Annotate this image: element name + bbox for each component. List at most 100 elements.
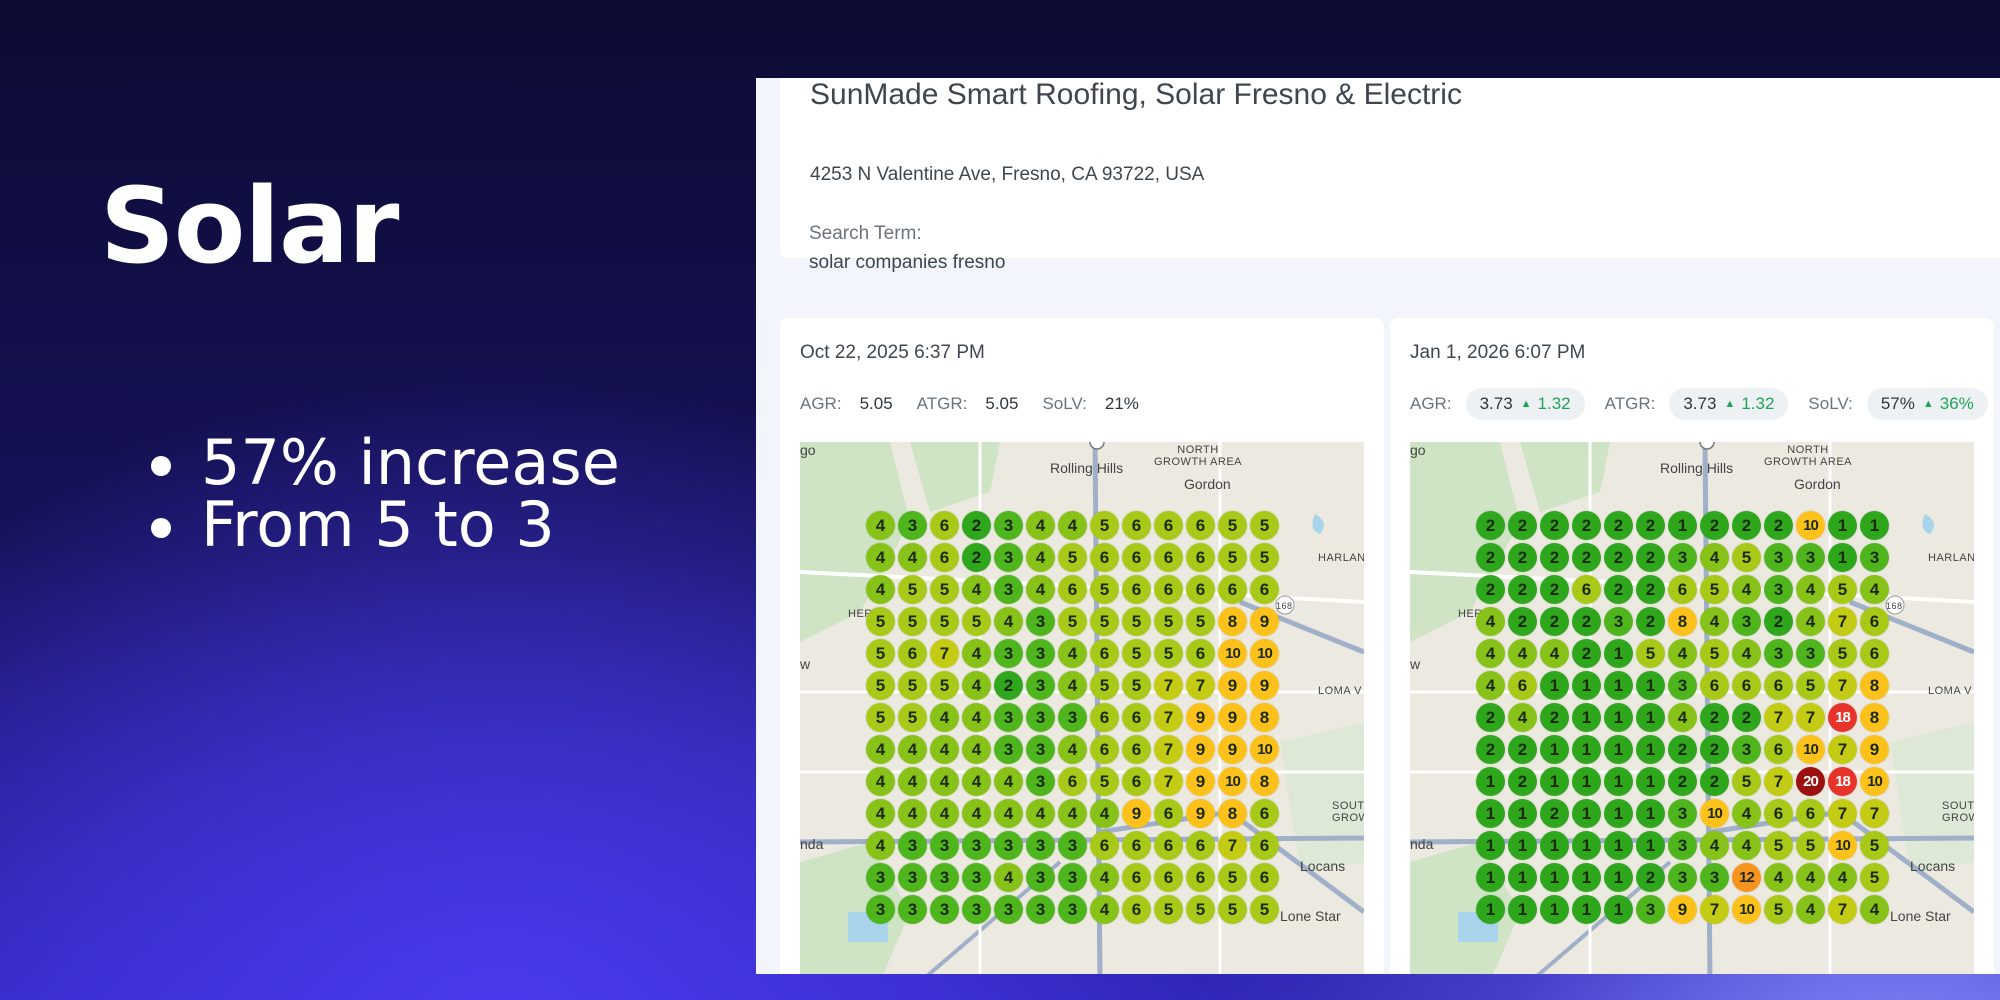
rank-pin[interactable]: 6 xyxy=(1250,831,1279,860)
rank-pin[interactable]: 9 xyxy=(1668,895,1697,924)
rank-pin[interactable]: 7 xyxy=(1186,671,1215,700)
rank-pin[interactable]: 10 xyxy=(1796,735,1825,764)
rank-pin[interactable]: 4 xyxy=(962,639,991,668)
rank-pin[interactable]: 2 xyxy=(1764,607,1793,636)
rank-pin[interactable]: 2 xyxy=(962,543,991,572)
rank-pin[interactable]: 9 xyxy=(1186,767,1215,796)
rank-pin[interactable]: 8 xyxy=(1250,703,1279,732)
rank-pin[interactable]: 4 xyxy=(930,767,959,796)
rank-pin[interactable]: 3 xyxy=(1668,831,1697,860)
rank-pin[interactable]: 3 xyxy=(1026,703,1055,732)
rank-pin[interactable]: 2 xyxy=(1700,703,1729,732)
rank-pin[interactable]: 1 xyxy=(1540,735,1569,764)
rank-pin[interactable]: 9 xyxy=(1860,735,1889,764)
rank-pin[interactable]: 4 xyxy=(866,511,895,540)
rank-pin[interactable]: 1 xyxy=(1572,863,1601,892)
rank-pin[interactable]: 5 xyxy=(962,607,991,636)
rank-pin[interactable]: 10 xyxy=(1700,799,1729,828)
rank-pin[interactable]: 10 xyxy=(1860,767,1889,796)
rank-pin[interactable]: 2 xyxy=(1700,511,1729,540)
rank-pin[interactable]: 7 xyxy=(1828,607,1857,636)
rank-pin[interactable]: 5 xyxy=(1796,671,1825,700)
rank-pin[interactable]: 9 xyxy=(1186,735,1215,764)
rank-pin[interactable]: 12 xyxy=(1732,863,1761,892)
rank-pin[interactable]: 6 xyxy=(1154,799,1183,828)
rank-pin[interactable]: 6 xyxy=(1122,575,1151,604)
rank-pin[interactable]: 9 xyxy=(1218,671,1247,700)
rank-pin[interactable]: 2 xyxy=(1668,767,1697,796)
rank-pin[interactable]: 7 xyxy=(1860,799,1889,828)
rank-pin[interactable]: 5 xyxy=(1764,895,1793,924)
rank-pin[interactable]: 3 xyxy=(1796,639,1825,668)
rank-pin[interactable]: 6 xyxy=(1572,575,1601,604)
rank-pin[interactable]: 6 xyxy=(1154,575,1183,604)
rank-pin[interactable]: 6 xyxy=(1122,543,1151,572)
rank-pin[interactable]: 6 xyxy=(1250,863,1279,892)
rank-pin[interactable]: 2 xyxy=(1604,575,1633,604)
rank-pin[interactable]: 1 xyxy=(1604,767,1633,796)
rank-pin[interactable]: 4 xyxy=(962,671,991,700)
rank-pin[interactable]: 3 xyxy=(1668,799,1697,828)
rank-pin[interactable]: 5 xyxy=(1218,511,1247,540)
rank-pin[interactable]: 3 xyxy=(994,735,1023,764)
rank-pin[interactable]: 4 xyxy=(962,767,991,796)
rank-pin[interactable]: 4 xyxy=(1476,671,1505,700)
rank-pin[interactable]: 4 xyxy=(930,703,959,732)
rank-pin[interactable]: 2 xyxy=(1636,511,1665,540)
rank-pin[interactable]: 6 xyxy=(1764,799,1793,828)
rank-pin[interactable]: 6 xyxy=(1186,543,1215,572)
rank-pin[interactable]: 3 xyxy=(1604,607,1633,636)
rank-pin[interactable]: 4 xyxy=(866,575,895,604)
rank-pin[interactable]: 3 xyxy=(994,511,1023,540)
rank-pin[interactable]: 3 xyxy=(1764,639,1793,668)
rank-pin[interactable]: 7 xyxy=(1764,703,1793,732)
rank-pin[interactable]: 20 xyxy=(1796,767,1825,796)
rank-pin[interactable]: 9 xyxy=(1218,703,1247,732)
rank-pin[interactable]: 6 xyxy=(1058,575,1087,604)
rank-pin[interactable]: 4 xyxy=(994,767,1023,796)
rank-pin[interactable]: 4 xyxy=(930,799,959,828)
rank-pin[interactable]: 5 xyxy=(930,575,959,604)
rank-pin[interactable]: 6 xyxy=(1154,831,1183,860)
rank-pin[interactable]: 2 xyxy=(1636,607,1665,636)
rank-pin[interactable]: 4 xyxy=(898,543,927,572)
rank-pin[interactable]: 6 xyxy=(1090,639,1119,668)
rank-pin[interactable]: 6 xyxy=(1218,575,1247,604)
rank-pin[interactable]: 10 xyxy=(1796,511,1825,540)
rank-pin[interactable]: 6 xyxy=(1250,575,1279,604)
rank-pin[interactable]: 4 xyxy=(1090,895,1119,924)
rank-pin[interactable]: 6 xyxy=(1122,767,1151,796)
rank-pin[interactable]: 3 xyxy=(930,863,959,892)
rank-pin[interactable]: 3 xyxy=(1058,895,1087,924)
rank-pin[interactable]: 3 xyxy=(898,895,927,924)
rank-pin[interactable]: 6 xyxy=(1122,863,1151,892)
rank-pin[interactable]: 3 xyxy=(1732,607,1761,636)
rank-pin[interactable]: 6 xyxy=(1122,735,1151,764)
rank-pin[interactable]: 9 xyxy=(1250,671,1279,700)
rank-pin[interactable]: 2 xyxy=(1508,575,1537,604)
rank-pin[interactable]: 1 xyxy=(1860,511,1889,540)
rank-pin[interactable]: 4 xyxy=(1668,703,1697,732)
rank-pin[interactable]: 4 xyxy=(1058,735,1087,764)
rank-pin[interactable]: 2 xyxy=(1572,607,1601,636)
rank-pin[interactable]: 3 xyxy=(1860,543,1889,572)
rank-pin[interactable]: 2 xyxy=(1572,511,1601,540)
rank-pin[interactable]: 4 xyxy=(866,543,895,572)
rank-pin[interactable]: 5 xyxy=(1186,895,1215,924)
rank-pin[interactable]: 2 xyxy=(1604,543,1633,572)
rank-pin[interactable]: 1 xyxy=(1604,735,1633,764)
rank-pin[interactable]: 1 xyxy=(1604,639,1633,668)
rank-pin[interactable]: 2 xyxy=(1476,543,1505,572)
rank-pin[interactable]: 6 xyxy=(1732,671,1761,700)
rank-pin[interactable]: 1 xyxy=(1572,895,1601,924)
rank-pin[interactable]: 3 xyxy=(962,895,991,924)
rank-pin[interactable]: 4 xyxy=(1828,863,1857,892)
rank-pin[interactable]: 6 xyxy=(1154,511,1183,540)
rank-pin[interactable]: 2 xyxy=(994,671,1023,700)
rank-pin[interactable]: 7 xyxy=(1154,671,1183,700)
rank-pin[interactable]: 4 xyxy=(930,735,959,764)
rank-pin[interactable]: 1 xyxy=(1604,831,1633,860)
rank-pin[interactable]: 1 xyxy=(1636,735,1665,764)
rank-pin[interactable]: 6 xyxy=(1090,735,1119,764)
rank-pin[interactable]: 1 xyxy=(1508,863,1537,892)
